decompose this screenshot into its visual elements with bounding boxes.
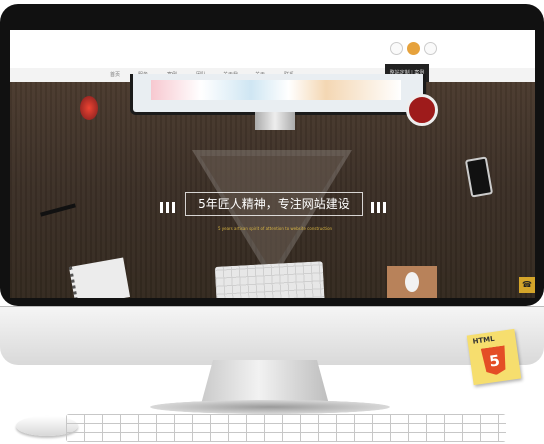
hero-slogan: 5年匠人精神，专注网站建设 [185,192,363,216]
desk-monitor-stand [255,112,295,130]
nav-item-home[interactable]: 首页 [110,71,120,78]
notebook-image [68,257,131,298]
mouse-image [405,272,419,292]
desk-keyboard-image [66,414,506,442]
imac-chin [0,306,544,365]
hero-subline: 5 years artisan spirit of attention to w… [217,226,333,231]
decor-bars-right [371,198,389,213]
figurine-image [80,96,98,120]
html5-shield-icon: 5 [481,345,509,376]
html5-badge: HTML 5 [466,328,522,386]
site-header [10,30,535,68]
desk-monitor-image [130,74,426,115]
website-screen: 首页 服务 案例 团队 关于我 关于 联系 整站定制 | 案例 5年匠人精神，专… [10,30,535,298]
imac-stand-base [150,400,390,414]
phone-icon[interactable] [390,42,403,55]
smartphone-image [464,156,494,198]
pen-image [40,203,76,217]
phone-icon: ☎ [522,280,532,289]
user-icon[interactable] [407,42,420,55]
hero-banner: 5年匠人精神，专注网站建设 5 years artisan spirit of … [10,74,535,298]
weixin-icon[interactable] [424,42,437,55]
html5-label: HTML [472,334,496,346]
keyboard-image [214,261,326,298]
side-contact-tab[interactable]: ☎ [519,277,535,293]
decor-bars-left [160,198,178,213]
coffee-cup-image [406,94,438,126]
html5-number: 5 [488,351,501,371]
